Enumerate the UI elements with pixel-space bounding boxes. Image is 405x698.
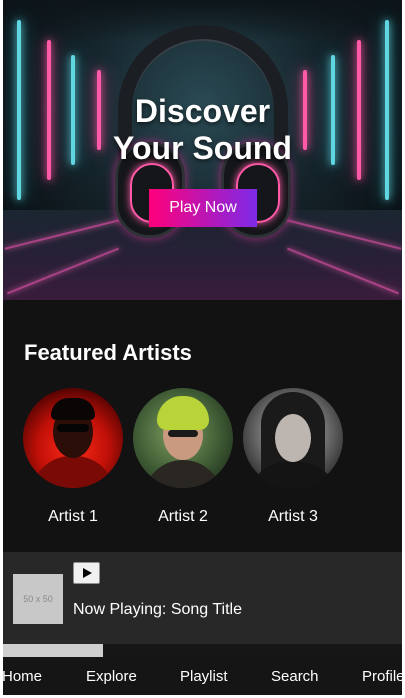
artist-figure-hair [157,396,209,430]
hero-title-line1: Discover [134,93,271,129]
bottom-nav: Home Explore Playlist Search Profile [3,657,402,695]
now-playing-title: Now Playing: Song Title [73,601,242,618]
progress-bar[interactable] [3,644,402,657]
artist-name: Artist 2 [158,508,208,525]
artist-card[interactable]: Artist 3 [243,388,343,526]
play-icon [82,568,92,578]
artist-card[interactable]: Artist 2 [133,388,233,526]
artist-name: Artist 3 [268,508,318,525]
progress-fill [3,644,103,657]
app-frame: Discover Your Sound Play Now Featured Ar… [3,0,402,695]
artist-figure-sunglasses [168,430,198,437]
artist-avatar[interactable] [133,388,233,488]
hero-title-line2: Your Sound [113,130,292,166]
artist-figure-body [143,460,223,488]
artist-figure-body [31,456,115,488]
hero-banner: Discover Your Sound Play Now [3,0,402,300]
artist-avatar[interactable] [23,388,123,488]
nav-item-playlist[interactable]: Playlist [180,668,228,685]
artist-card[interactable]: Artist 1 [23,388,123,526]
artist-figure-sunglasses [57,424,89,432]
featured-artists-heading: Featured Artists [24,340,192,365]
artist-figure-head [275,414,311,462]
hero-title: Discover Your Sound [3,93,402,167]
now-playing-bar: 50 x 50 Now Playing: Song Title [3,552,402,644]
nav-item-search[interactable]: Search [271,668,319,685]
artist-name: Artist 1 [48,508,98,525]
nav-item-explore[interactable]: Explore [86,668,137,685]
album-art-placeholder: 50 x 50 [13,574,63,624]
nav-item-profile[interactable]: Profile [362,668,402,685]
play-now-button[interactable]: Play Now [149,189,257,227]
nav-item-home[interactable]: Home [3,668,42,685]
artist-figure-hair [51,398,95,420]
artist-avatar[interactable] [243,388,343,488]
play-button[interactable] [73,562,100,584]
